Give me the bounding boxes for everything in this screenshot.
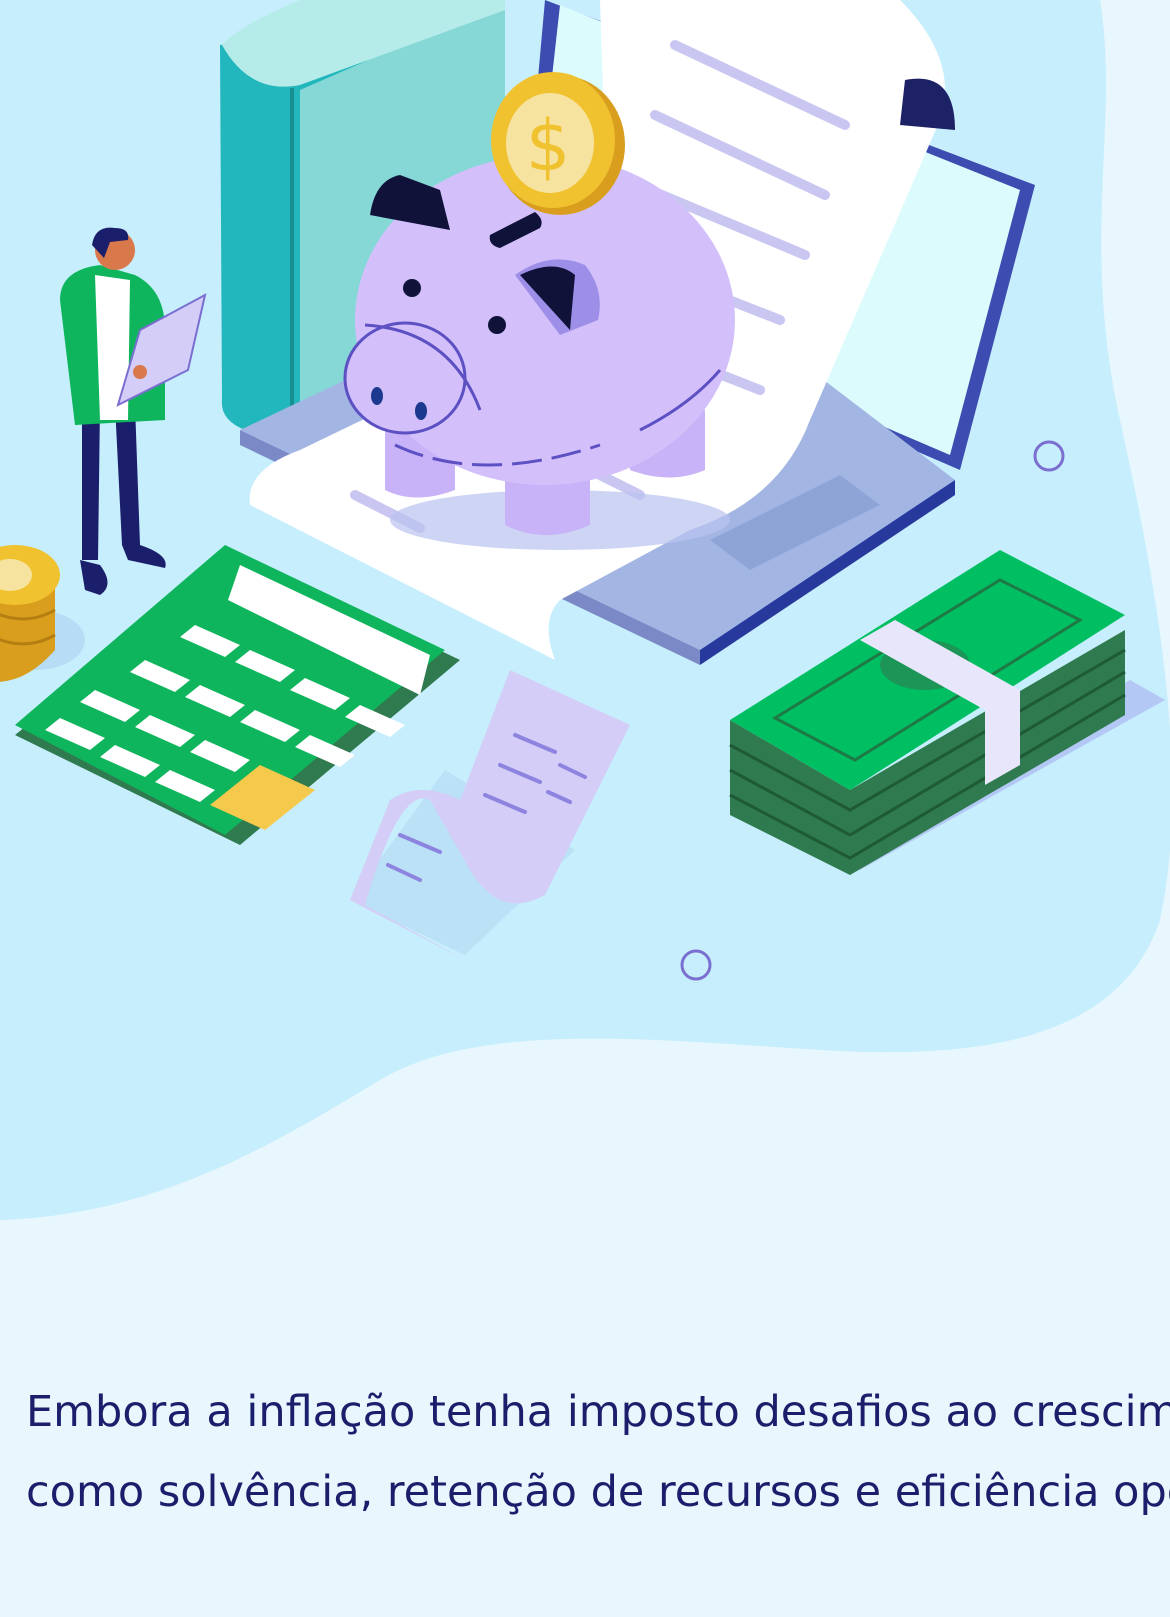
article-paragraph: Embora a inflação tenha imposto desafios… [26,1372,1170,1532]
paragraph-line: como solvência, retenção de recursos e e… [26,1467,1170,1517]
paragraph-line: Embora a inflação tenha imposto desafios… [26,1387,1170,1437]
svg-text:$: $ [526,105,571,187]
hero-illustration: $ [0,0,1170,1240]
